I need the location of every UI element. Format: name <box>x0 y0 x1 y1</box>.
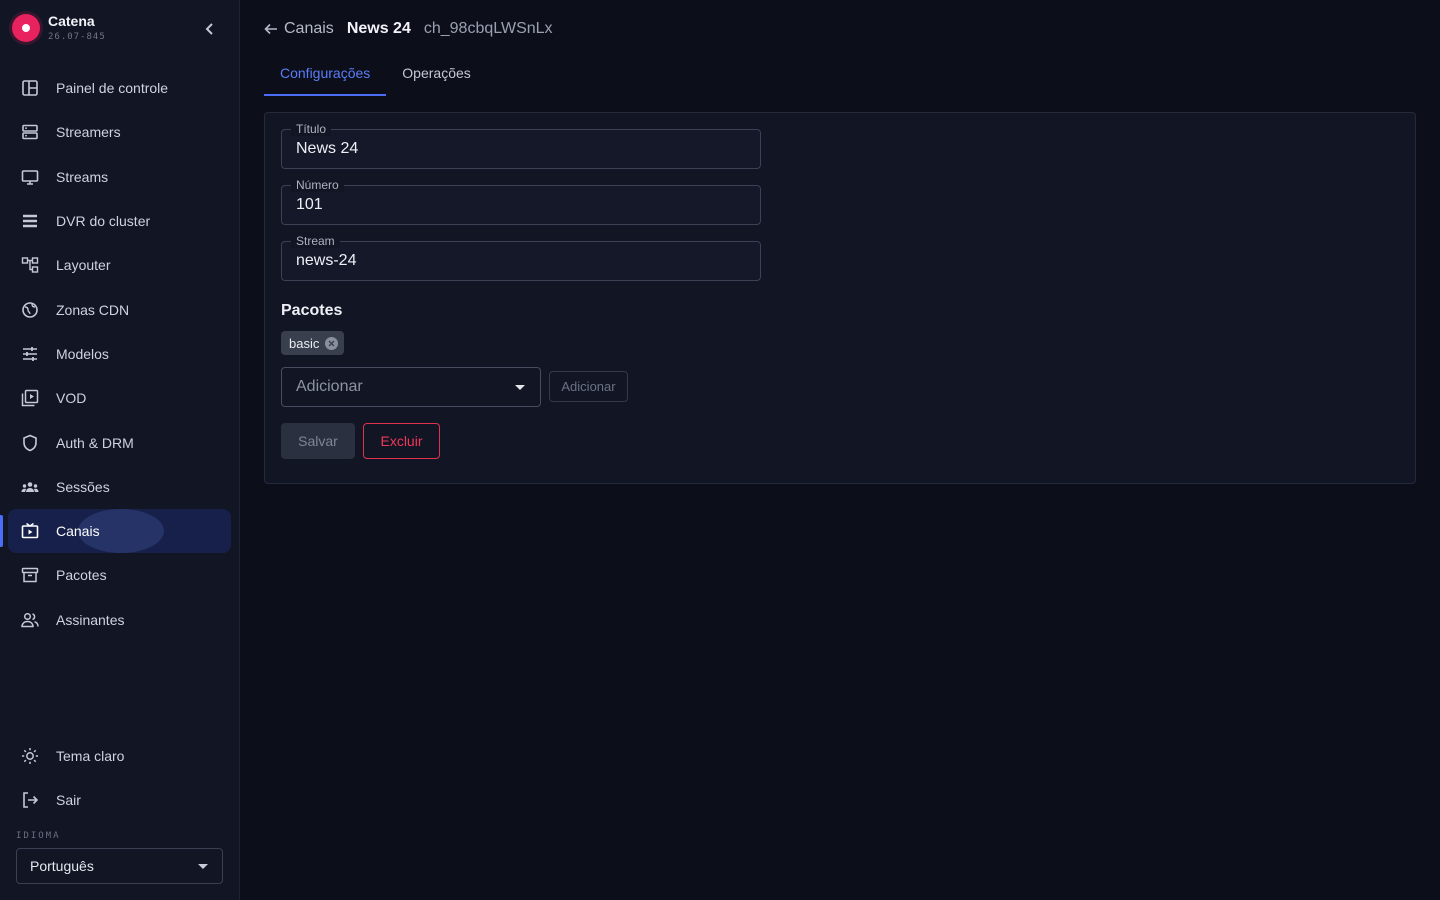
language-select[interactable]: Português <box>16 848 223 884</box>
sidebar-nav: Painel de controle Streamers Streams DVR… <box>0 66 240 642</box>
arrow-left-icon <box>264 23 277 35</box>
sidebar-item-cluster-dvr[interactable]: DVR do cluster <box>0 199 240 243</box>
theme-toggle-label: Tema claro <box>56 748 125 765</box>
sidebar-item-vod[interactable]: VOD <box>0 376 240 420</box>
add-package-button[interactable]: Adicionar <box>549 371 628 402</box>
sliders-icon <box>20 344 40 364</box>
sidebar-item-label: Streams <box>56 168 109 185</box>
logout-label: Sair <box>56 792 81 809</box>
group-icon <box>20 477 40 497</box>
sidebar-item-label: Auth & DRM <box>56 434 134 451</box>
sidebar-item-streams[interactable]: Streams <box>0 155 240 199</box>
language-select-value: Português <box>30 858 94 874</box>
package-chip: basic <box>281 331 345 355</box>
language-label: IDIOMA <box>16 831 61 841</box>
sidebar: Catena 26.07-845 Painel de controle Stre… <box>0 0 240 900</box>
chevron-left-icon <box>205 23 213 35</box>
sidebar-bottom: Tema claro Sair <box>0 734 240 823</box>
sidebar-item-layouter[interactable]: Layouter <box>0 243 240 287</box>
brand-name: Catena <box>48 13 95 29</box>
logout-icon <box>20 790 40 810</box>
save-button[interactable]: Salvar <box>281 423 355 459</box>
add-package-select-placeholder: Adicionar <box>296 378 363 395</box>
video-library-icon <box>20 388 40 408</box>
stream-field-label: Stream <box>291 234 340 248</box>
sidebar-item-cdn-zones[interactable]: Zonas CDN <box>0 287 240 331</box>
logout-button[interactable]: Sair <box>0 778 240 822</box>
stream-input[interactable] <box>296 252 736 270</box>
sidebar-item-auth-drm[interactable]: Auth & DRM <box>0 420 240 464</box>
brand-logo <box>12 14 40 42</box>
sidebar-item-packages[interactable]: Pacotes <box>0 553 240 597</box>
page-title: News 24 <box>346 20 411 37</box>
sidebar-item-label: Modelos <box>56 345 109 362</box>
shield-icon <box>20 433 40 453</box>
sidebar-item-label: Painel de controle <box>56 80 169 97</box>
storage-list-icon <box>20 211 40 231</box>
tv-icon <box>20 521 40 541</box>
theme-toggle[interactable]: Tema claro <box>0 734 240 778</box>
sidebar-item-sessions[interactable]: Sessões <box>0 465 240 509</box>
sidebar-item-label: Layouter <box>56 257 111 274</box>
page-header: Canais News 24 ch_98cbqLWSnLx <box>264 16 553 42</box>
sidebar-item-label: Assinantes <box>56 611 125 628</box>
sidebar-item-channels[interactable]: Canais <box>0 508 240 553</box>
sidebar-item-label: Streamers <box>56 124 121 141</box>
archive-icon <box>20 565 40 585</box>
number-field-label: Número <box>291 178 344 192</box>
collapse-sidebar-button[interactable] <box>198 18 222 40</box>
dashboard-icon <box>20 78 40 98</box>
sidebar-item-templates[interactable]: Modelos <box>0 332 240 376</box>
active-highlight <box>8 508 231 553</box>
title-input[interactable] <box>296 140 736 158</box>
channel-settings-card: Título Número Stream Pacotes basic Adici… <box>264 112 1416 484</box>
caret-down-icon <box>198 864 208 869</box>
title-field-label: Título <box>291 122 332 136</box>
remove-chip-icon[interactable] <box>325 336 339 350</box>
people-icon <box>20 610 40 630</box>
sidebar-item-streamers[interactable]: Streamers <box>0 110 240 154</box>
tab-operations[interactable]: Operações <box>386 50 486 96</box>
packages-heading: Pacotes <box>281 302 343 319</box>
sidebar-item-label: Pacotes <box>56 567 107 584</box>
active-indicator <box>0 514 3 547</box>
back-link-label: Canais <box>284 20 334 37</box>
server-icon <box>20 122 40 142</box>
brand-version: 26.07-845 <box>48 32 106 42</box>
number-field: Número <box>281 178 761 225</box>
add-package-select[interactable]: Adicionar <box>281 367 541 407</box>
back-to-channels-link[interactable]: Canais <box>264 20 334 38</box>
sun-icon <box>20 746 40 766</box>
monitor-icon <box>20 167 40 187</box>
package-chip-label: basic <box>289 335 320 351</box>
stream-field: Stream <box>281 234 761 281</box>
tab-settings[interactable]: Configurações <box>264 50 387 96</box>
brand: Catena 26.07-845 <box>12 12 228 46</box>
caret-down-icon <box>515 385 525 390</box>
sidebar-item-label: Sessões <box>56 478 110 495</box>
sidebar-item-label: DVR do cluster <box>56 213 151 230</box>
sidebar-item-label: Canais <box>56 523 100 540</box>
channel-id: ch_98cbqLWSnLx <box>423 20 553 37</box>
sidebar-item-label: VOD <box>56 390 87 407</box>
title-field: Título <box>281 122 761 169</box>
number-input[interactable] <box>296 196 736 214</box>
sidebar-item-dashboard[interactable]: Painel de controle <box>0 66 240 110</box>
sidebar-item-label: Zonas CDN <box>56 301 130 318</box>
delete-button[interactable]: Excluir <box>363 423 440 459</box>
globe-icon <box>20 300 40 320</box>
layout-tree-icon <box>20 255 40 275</box>
tab-bar: Configurações Operações <box>264 50 487 96</box>
sidebar-item-subscribers[interactable]: Assinantes <box>0 598 240 642</box>
